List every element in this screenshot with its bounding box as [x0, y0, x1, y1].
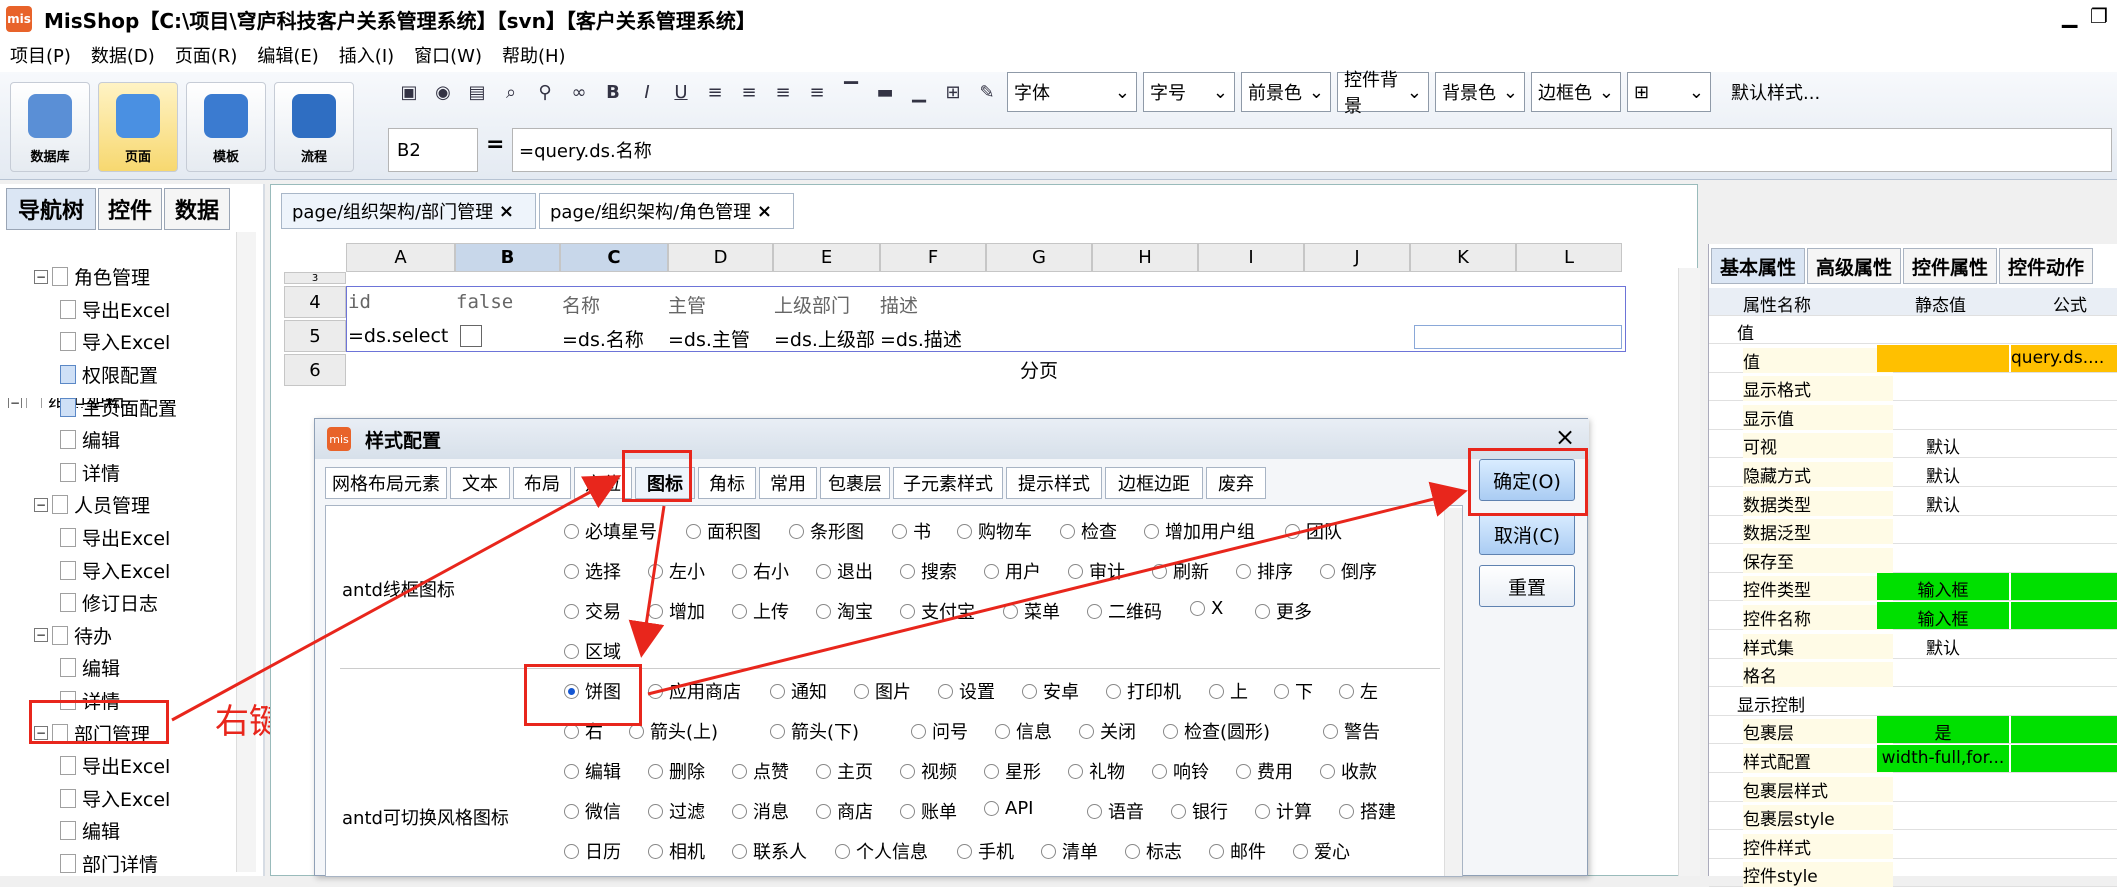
arrow-to-icon-tab — [171, 475, 622, 722]
annotation-arrows — [171, 475, 1468, 722]
arrow-to-pie-option — [628, 505, 666, 658]
arrow-to-ok-button — [647, 481, 1468, 696]
